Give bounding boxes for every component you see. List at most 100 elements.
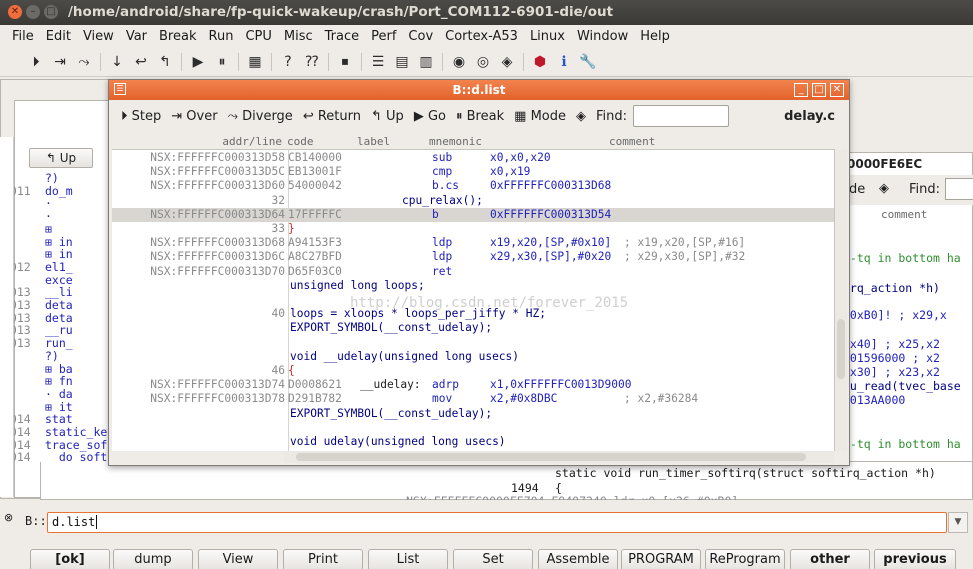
addr-line-header[interactable]: addr/line	[109, 135, 284, 149]
hscroll-thumb[interactable]	[296, 453, 806, 461]
diverge-icon[interactable]: ⤳	[72, 54, 96, 70]
comment-header[interactable]: comment	[609, 135, 655, 149]
softkey-program-button[interactable]: PROGRAM	[621, 549, 701, 569]
watch-icon[interactable]: ◉	[447, 54, 471, 70]
step-over-icon[interactable]: ⇥	[48, 54, 72, 70]
find-input[interactable]	[633, 105, 729, 127]
step-button[interactable]: ⏵ Step	[121, 109, 161, 124]
minimize-window-button[interactable]: –	[26, 5, 40, 19]
softkey-other-button[interactable]: other	[790, 549, 870, 569]
list-vertical-scrollbar[interactable]	[834, 149, 847, 451]
softkey-dump-button[interactable]: dump	[113, 549, 193, 569]
list-horizontal-scrollbar[interactable]	[284, 451, 834, 463]
asm-line[interactable]: NSX:FFFFFFC000313D5C EB13001F cmp x0,x19	[112, 165, 834, 179]
asm-line[interactable]: NSX:FFFFFFC000313D6C A8C27BFD ldp x29,x30,[…	[112, 250, 834, 264]
source-line[interactable]	[112, 421, 834, 435]
source-line[interactable]: unsigned long loops;	[112, 279, 834, 293]
return-icon[interactable]: ↩	[129, 54, 153, 70]
softkey-print-button[interactable]: Print	[283, 549, 363, 569]
up-icon[interactable]: ↰	[153, 54, 177, 70]
break-icon[interactable]: ⏸	[210, 54, 234, 70]
asm-line[interactable]: NSX:FFFFFFC000313D78 D291B782 mov x2,#0x8DB…	[112, 392, 834, 406]
asm-line[interactable]: NSX:FFFFFFC000313D64 17FFFFFC b 0xFFFFFFC00…	[112, 207, 834, 222]
list-maximize-button[interactable]: □	[812, 83, 826, 97]
menu-var[interactable]: Var	[126, 29, 147, 44]
menu-file[interactable]: File	[12, 29, 34, 44]
find-options-icon[interactable]: ◈	[576, 109, 586, 124]
right-find-input[interactable]	[945, 178, 973, 200]
single-step-icon[interactable]: ⏵	[24, 54, 48, 70]
source-line[interactable]	[112, 293, 834, 307]
up-button[interactable]: ↰ Up	[29, 148, 93, 168]
go-button[interactable]: ▶ Go	[414, 109, 446, 124]
window-menu-icon[interactable]: ☰	[114, 83, 126, 95]
variable-icon[interactable]: ◎	[471, 54, 495, 70]
softkey-reprogram-button[interactable]: ReProgram	[705, 549, 785, 569]
go-icon[interactable]: ▶	[186, 54, 210, 70]
breakpoint-icon[interactable]: ⬢	[528, 54, 552, 70]
mode-button[interactable]: ▦ Mode	[514, 109, 566, 124]
menu-cov[interactable]: Cov	[408, 29, 433, 44]
asm-line[interactable]: NSX:FFFFFFC000313D68 A94153F3 ldp x19,x20,[…	[112, 236, 834, 250]
source-line[interactable]: 46{	[112, 364, 834, 378]
context-help-icon[interactable]: ⁇	[300, 54, 324, 70]
up-list-button[interactable]: ↰ Up	[371, 109, 404, 124]
mode-icon[interactable]: ▦	[243, 54, 267, 70]
help-icon[interactable]: ?	[276, 54, 300, 70]
maximize-window-button[interactable]: □	[44, 5, 58, 19]
disassembly-list[interactable]: http://blog.csdn.net/forever_2015 NSX:FF…	[112, 149, 834, 451]
right-mode-label[interactable]: de	[849, 182, 865, 197]
softkey-ok-button[interactable]: [ok]	[30, 549, 110, 569]
menu-run[interactable]: Run	[209, 29, 234, 44]
over-button[interactable]: ⇥ Over	[171, 109, 217, 124]
source-line[interactable]: EXPORT_SYMBOL(__const_udelay);	[112, 407, 834, 421]
list-minimize-button[interactable]: _	[794, 83, 808, 97]
right-mode-icon[interactable]: ◈	[879, 181, 889, 196]
break-button[interactable]: ⏸ Break	[456, 109, 504, 124]
dump-icon[interactable]: ▤	[390, 54, 414, 70]
return-button[interactable]: ↩ Return	[303, 109, 361, 124]
trace-icon[interactable]: ◈	[495, 54, 519, 70]
asm-line[interactable]: NSX:FFFFFFC000313D70 D65F03C0 ret	[112, 265, 834, 279]
menu-break[interactable]: Break	[159, 29, 196, 44]
menu-linux[interactable]: Linux	[530, 29, 565, 44]
menu-view[interactable]: View	[83, 29, 114, 44]
list-icon[interactable]: ☰	[366, 54, 390, 70]
list-close-button[interactable]: ✕	[830, 83, 844, 97]
asm-line[interactable]: NSX:FFFFFFC000313D60 54000042 b.cs 0xFFFFFF…	[112, 179, 834, 193]
source-line[interactable]	[112, 336, 834, 350]
code-header[interactable]: code	[287, 135, 314, 149]
menu-perf[interactable]: Perf	[371, 29, 396, 44]
menu-trace[interactable]: Trace	[325, 29, 360, 44]
step-into-icon[interactable]: ↓	[105, 54, 129, 70]
softkey-set-button[interactable]: Set	[453, 549, 533, 569]
label-header[interactable]: label	[357, 135, 390, 149]
menu-help[interactable]: Help	[640, 29, 670, 44]
close-window-button[interactable]: ✕	[8, 5, 22, 19]
source-line[interactable]: 32 cpu_relax();	[112, 194, 834, 208]
register-icon[interactable]: ▥	[414, 54, 438, 70]
source-line[interactable]: EXPORT_SYMBOL(__const_udelay);	[112, 321, 834, 335]
settings-wrench-icon[interactable]: 🔧	[576, 54, 600, 70]
source-line[interactable]: 40 loops = xloops * loops_per_jiffy * HZ…	[112, 307, 834, 321]
scrollbar-thumb[interactable]	[837, 319, 845, 379]
menu-edit[interactable]: Edit	[46, 29, 71, 44]
info-icon[interactable]: ℹ	[552, 54, 576, 70]
command-input[interactable]: d.list	[47, 512, 947, 533]
asm-line[interactable]: NSX:FFFFFFC000313D74 D0008621 __udelay: adr…	[112, 378, 834, 392]
mnemonic-header[interactable]: mnemonic	[429, 135, 482, 149]
menu-cpu[interactable]: CPU	[245, 29, 271, 44]
softkey-view-button[interactable]: View	[198, 549, 278, 569]
softkey-previous-button[interactable]: previous	[874, 549, 956, 569]
asm-line[interactable]: NSX:FFFFFFC000313D58 CB140000 sub x0,x0,x20	[112, 151, 834, 165]
source-line[interactable]: void __udelay(unsigned long usecs)	[112, 350, 834, 364]
source-line[interactable]: void udelay(unsigned long usecs)	[112, 435, 834, 449]
menu-window[interactable]: Window	[577, 29, 628, 44]
stop-icon[interactable]: ⏹	[333, 54, 357, 70]
source-line[interactable]: 33}	[112, 222, 834, 236]
diverge-button[interactable]: ⤳ Diverge	[228, 109, 293, 124]
command-dropdown-button[interactable]: ▼	[948, 512, 968, 533]
menu-misc[interactable]: Misc	[284, 29, 313, 44]
command-history-icon[interactable]: ⊗	[4, 511, 13, 524]
softkey-assemble-button[interactable]: Assemble	[538, 549, 618, 569]
